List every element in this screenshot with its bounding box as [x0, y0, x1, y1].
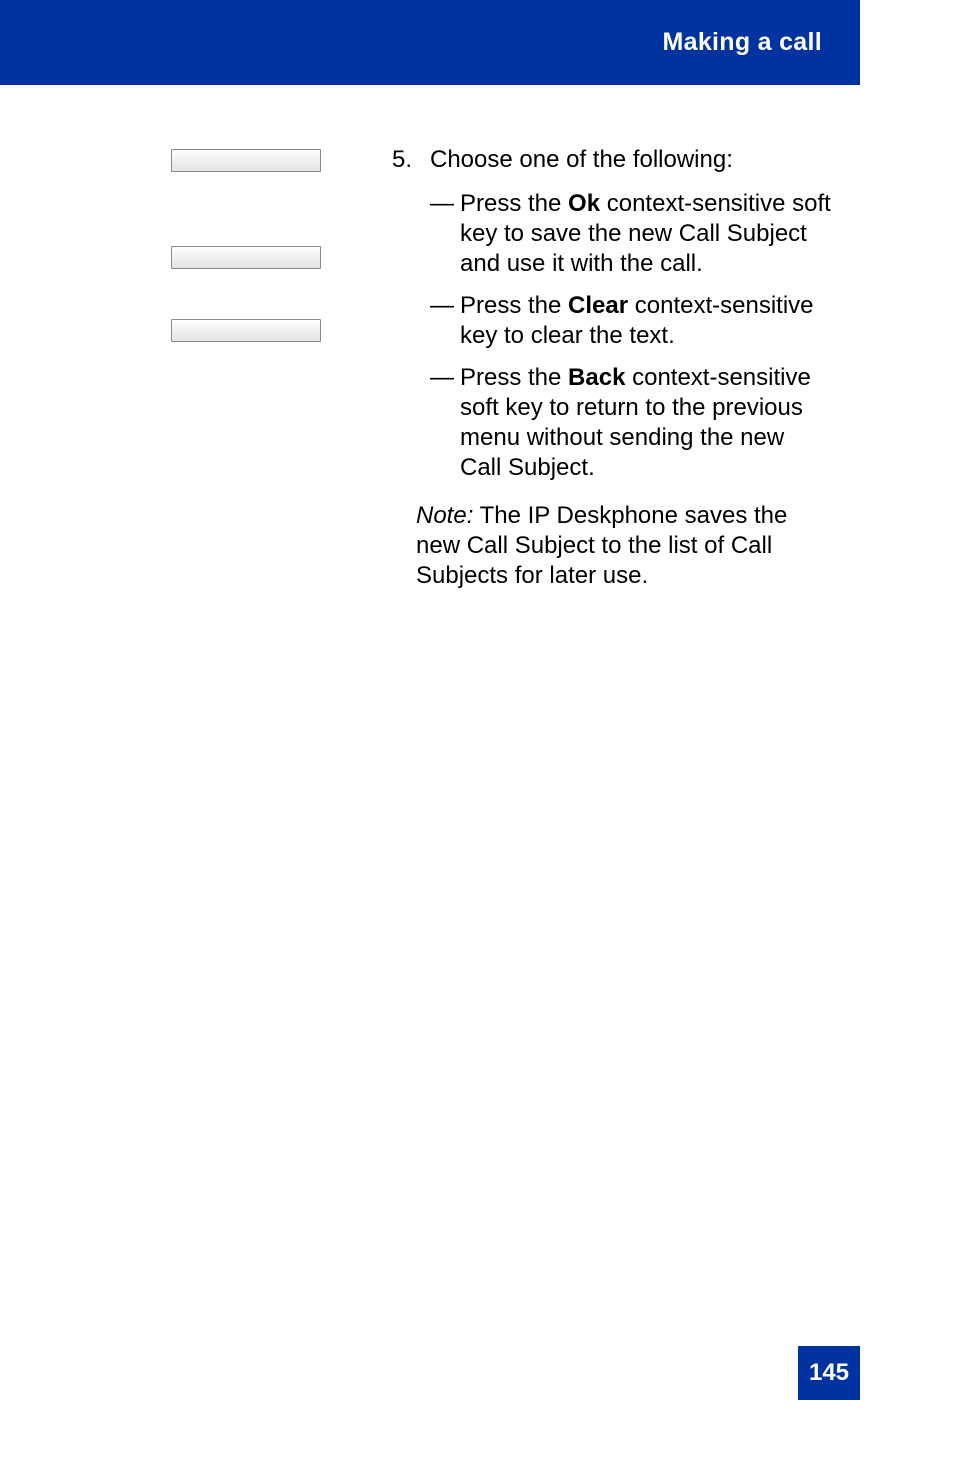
item-key: Ok — [568, 190, 600, 217]
softkey-back-button[interactable] — [171, 319, 321, 342]
list-item: — Press the Back context-sensitive soft … — [392, 363, 832, 483]
page-number: 145 — [809, 1359, 849, 1387]
list-item: — Press the Ok context-sensitive soft ke… — [392, 189, 832, 279]
softkey-ok-button[interactable] — [171, 149, 321, 172]
header-title: Making a call — [662, 28, 822, 57]
note-block: Note: The IP Deskphone saves the new Cal… — [392, 501, 832, 591]
step-content: 5. Choose one of the following: — Press … — [392, 145, 832, 591]
step-intro: Choose one of the following: — [430, 145, 832, 175]
softkey-column — [171, 149, 321, 416]
softkey-clear-button[interactable] — [171, 246, 321, 269]
item-text: Press the Back context-sensitive soft ke… — [460, 363, 832, 483]
step-row: 5. Choose one of the following: — [392, 145, 832, 175]
item-pre: Press the — [460, 292, 568, 319]
item-text: Press the Ok context-sensitive soft key … — [460, 189, 832, 279]
item-text: Press the Clear context-sensitive key to… — [460, 291, 832, 351]
note-label: Note: — [416, 502, 473, 529]
dash-bullet: — — [430, 363, 460, 483]
item-key: Back — [568, 364, 625, 391]
list-item: — Press the Clear context-sensitive key … — [392, 291, 832, 351]
item-pre: Press the — [460, 190, 568, 217]
item-key: Clear — [568, 292, 628, 319]
item-pre: Press the — [460, 364, 568, 391]
step-number: 5. — [392, 145, 430, 175]
dash-bullet: — — [430, 291, 460, 351]
page: Making a call 5. Choose one of the follo… — [0, 0, 954, 1475]
page-header: Making a call — [0, 0, 860, 85]
dash-bullet: — — [430, 189, 460, 279]
page-number-box: 145 — [798, 1346, 860, 1400]
